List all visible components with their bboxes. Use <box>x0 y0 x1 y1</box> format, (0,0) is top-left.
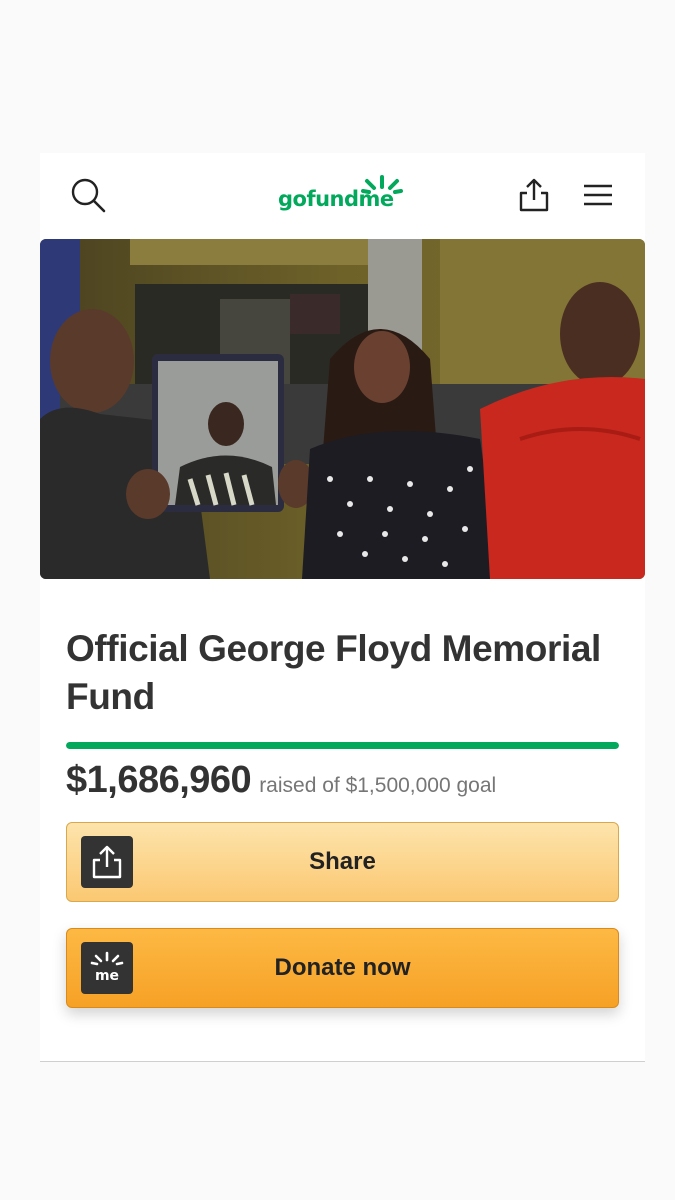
search-button[interactable] <box>66 173 110 217</box>
gofundme-me-icon: me <box>90 951 124 984</box>
menu-icon <box>584 184 612 206</box>
share-button-icon-box <box>81 836 133 888</box>
logo-text: gofundme <box>278 187 394 211</box>
share-button[interactable]: Share <box>66 822 619 902</box>
share-icon <box>92 845 122 879</box>
menu-button[interactable] <box>576 173 620 217</box>
gofundme-logo[interactable]: gofundme <box>278 173 408 217</box>
donate-icon-text: me <box>95 968 119 984</box>
share-nav-button[interactable] <box>512 173 556 217</box>
family-photo-image <box>40 239 645 579</box>
share-button-label: Share <box>309 848 376 875</box>
donate-button[interactable]: me Donate now <box>66 928 619 1008</box>
campaign-card: gofundme Official George Floyd Memorial … <box>40 153 645 1062</box>
campaign-photo[interactable] <box>40 239 645 579</box>
progress-bar-fill <box>66 742 619 749</box>
funding-summary: $1,686,960 raised of $1,500,000 goal <box>66 759 626 809</box>
search-icon <box>71 178 106 213</box>
progress-bar <box>66 742 619 749</box>
donate-button-icon-box: me <box>81 942 133 994</box>
share-icon <box>519 178 549 212</box>
goal-text: raised of $1,500,000 goal <box>259 774 497 797</box>
donate-button-label: Donate now <box>274 954 411 981</box>
campaign-title: Official George Floyd Memorial Fund <box>66 628 601 717</box>
amount-raised: $1,686,960 <box>66 759 252 801</box>
top-nav: gofundme <box>40 153 645 239</box>
